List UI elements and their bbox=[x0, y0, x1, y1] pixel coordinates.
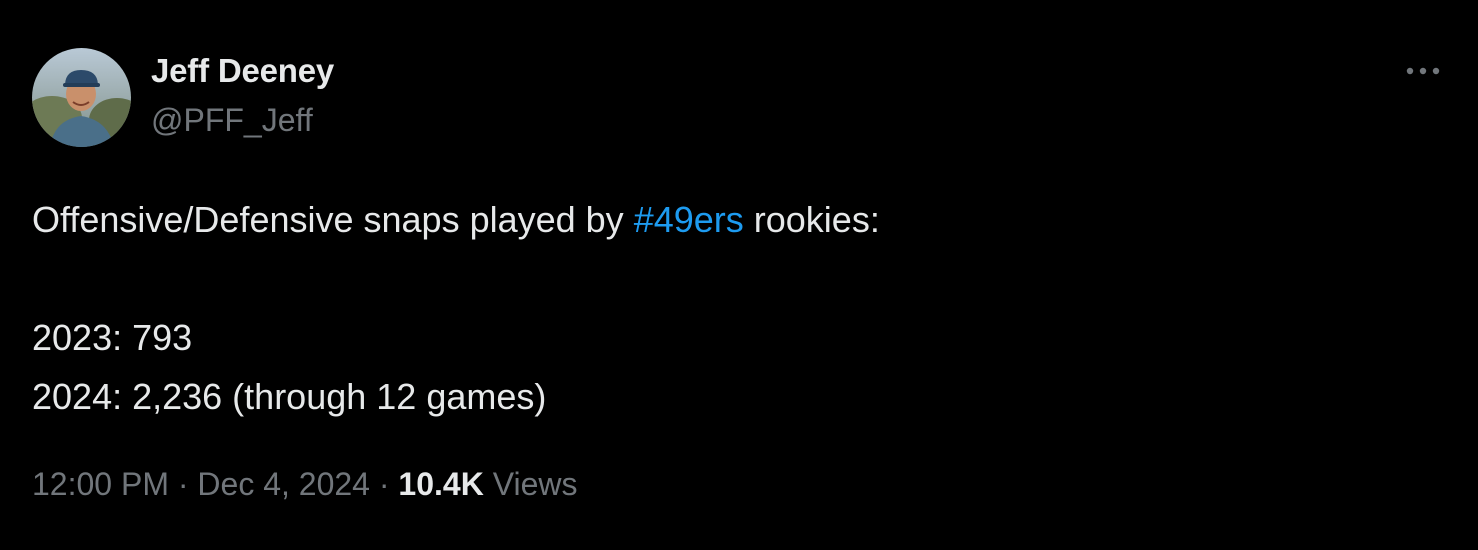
views-label: Views bbox=[483, 466, 578, 502]
avatar-photo-icon bbox=[32, 48, 131, 147]
tweet-text-suffix: rookies: bbox=[743, 199, 880, 240]
tweet-time-link[interactable]: 12:00 PM bbox=[32, 466, 169, 502]
more-options-button[interactable] bbox=[1401, 56, 1445, 86]
tweet-card: Jeff Deeney @PFF_Jeff Offensive/Defensiv… bbox=[0, 0, 1478, 550]
tweet-text-line-2024: 2024: 2,236 (through 12 games) bbox=[32, 376, 547, 417]
author-handle[interactable]: @PFF_Jeff bbox=[151, 102, 313, 139]
hashtag-link[interactable]: #49ers bbox=[634, 199, 744, 240]
tweet-text: Offensive/Defensive snaps played by #49e… bbox=[32, 190, 1432, 426]
author-avatar[interactable] bbox=[32, 48, 131, 147]
tweet-text-line-1: Offensive/Defensive snaps played by #49e… bbox=[32, 190, 1432, 249]
meta-separator: · bbox=[168, 466, 198, 502]
tweet-meta: 12:00 PM · Dec 4, 2024 · 10.4K Views bbox=[32, 466, 577, 503]
tweet-date-link[interactable]: Dec 4, 2024 bbox=[197, 466, 370, 502]
author-display-name[interactable]: Jeff Deeney bbox=[151, 52, 334, 90]
meta-separator: · bbox=[369, 466, 399, 502]
tweet-text-intro: Offensive/Defensive snaps played by bbox=[32, 199, 634, 240]
more-options-icon bbox=[1406, 67, 1440, 75]
views-count[interactable]: 10.4K bbox=[398, 466, 483, 502]
tweet-text-line-2023: 2023: 793 bbox=[32, 317, 193, 358]
